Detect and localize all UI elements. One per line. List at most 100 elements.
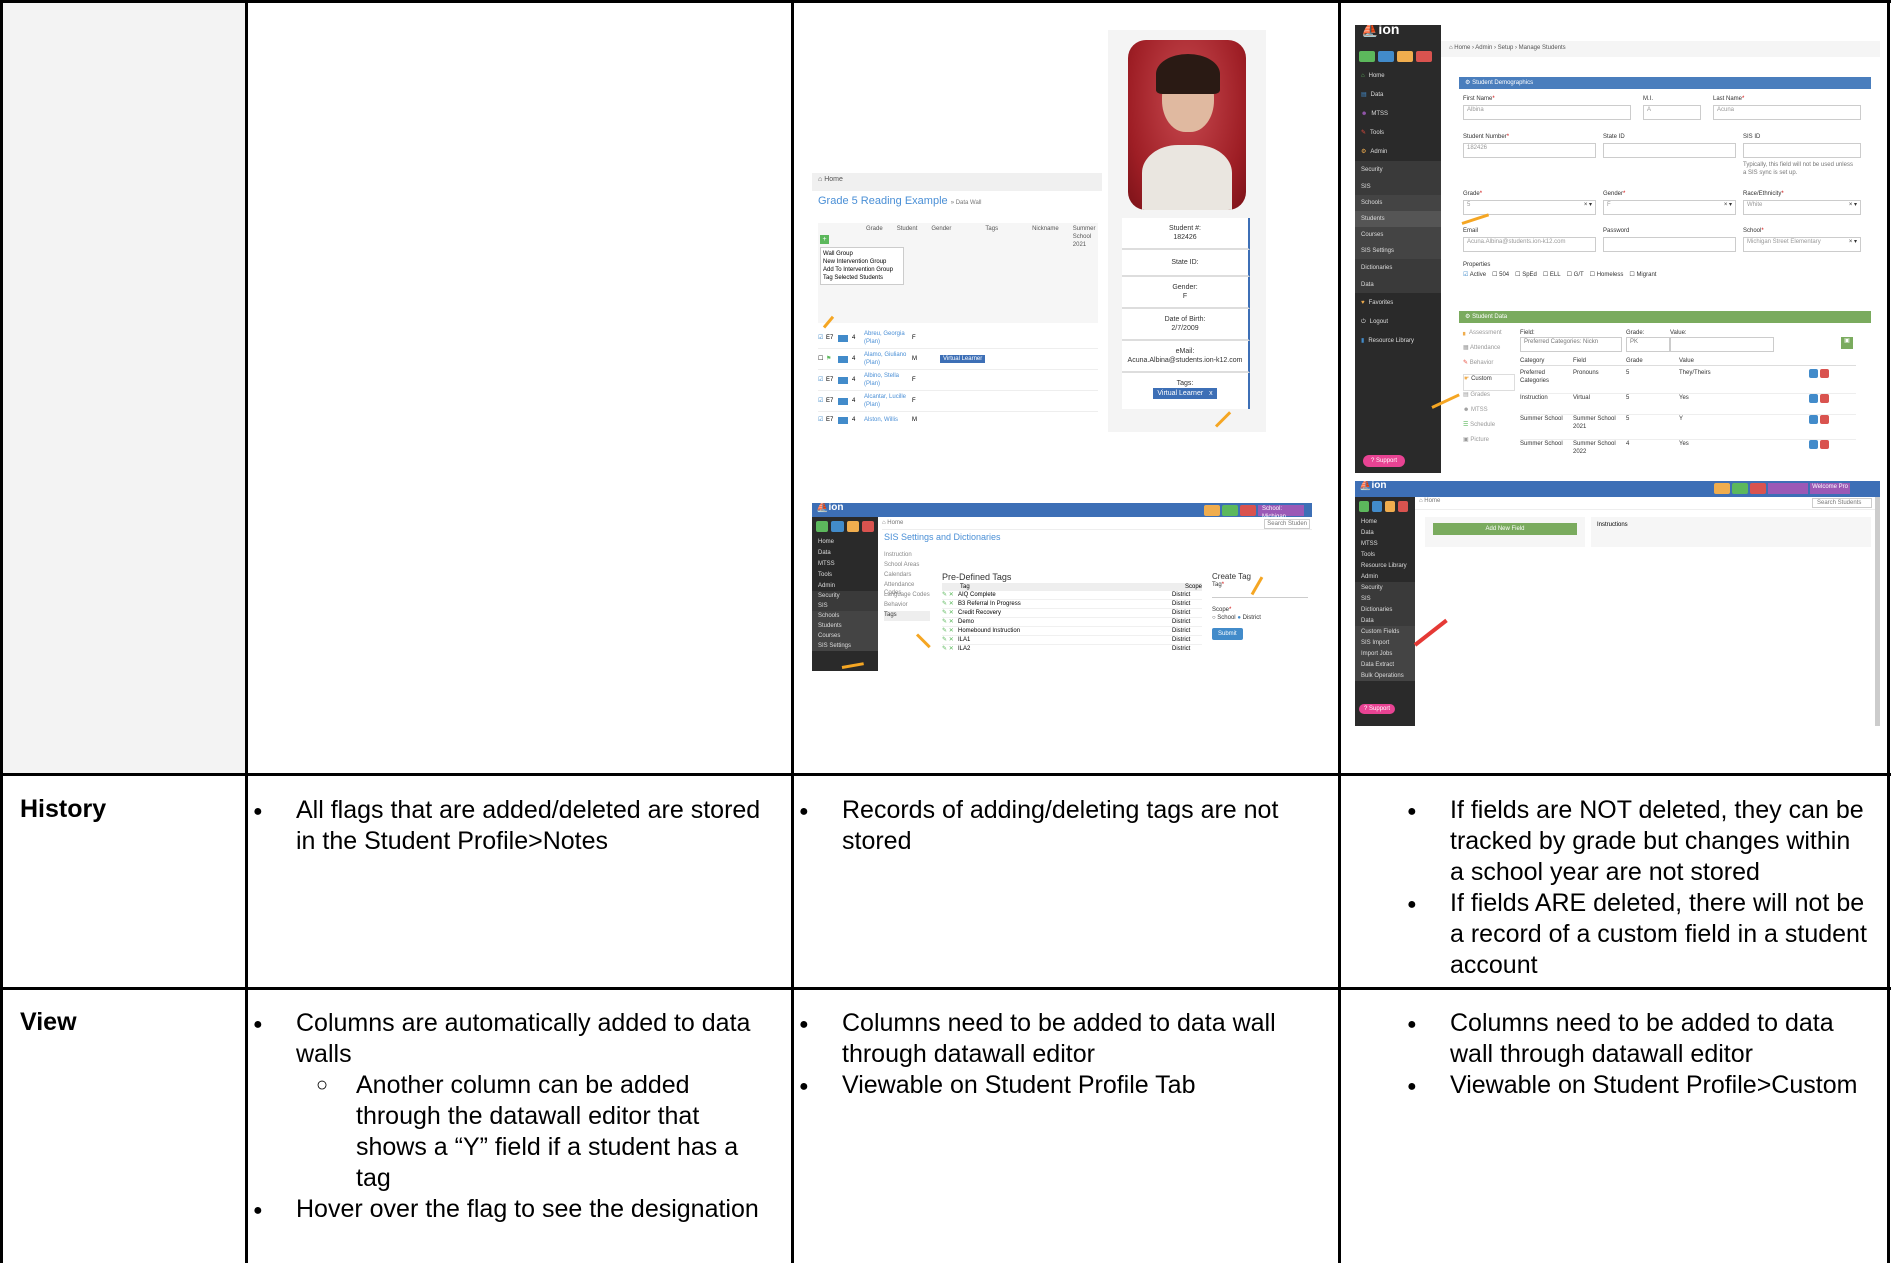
home-icon[interactable]: ⌂ xyxy=(882,520,886,526)
checkbox[interactable]: ☐ G/T xyxy=(1567,271,1584,279)
home-link[interactable]: Home xyxy=(824,176,843,183)
heart-icon[interactable] xyxy=(1204,505,1220,516)
sidebar-item[interactable]: Courses xyxy=(1355,227,1441,243)
school-selector[interactable] xyxy=(1768,483,1809,494)
sis-id-field[interactable] xyxy=(1743,143,1861,158)
home-link[interactable]: Home xyxy=(1424,498,1440,504)
checkbox[interactable]: ☐ ELL xyxy=(1543,271,1561,279)
edit-icon[interactable]: ✎ ✕ xyxy=(942,600,958,608)
home-icon[interactable] xyxy=(1359,501,1369,512)
sidebar-item[interactable]: Tools xyxy=(812,569,878,580)
grade-field-select[interactable]: PK xyxy=(1626,337,1670,352)
sidebar-item[interactable]: ▤ Data xyxy=(1355,85,1441,104)
sidebar-item[interactable]: ⏻ Logout xyxy=(1355,312,1441,331)
mi-field[interactable]: A xyxy=(1643,105,1701,120)
checkbox-icon[interactable]: ☑ xyxy=(818,334,826,342)
tab-item[interactable]: School Areas xyxy=(884,561,930,571)
tab-item[interactable]: Calendars xyxy=(884,571,930,581)
email-field[interactable]: Acuna.Albina@students.ion-k12.com xyxy=(1463,237,1596,252)
heart-icon[interactable] xyxy=(1714,483,1731,494)
sidebar-item-sis-settings[interactable]: SIS Settings xyxy=(812,641,878,651)
sidebar-item[interactable]: Data xyxy=(1355,276,1441,293)
chart-icon[interactable] xyxy=(1372,501,1382,512)
sidebar-item[interactable]: MTSS xyxy=(1355,538,1415,549)
sidebar-item[interactable]: ✎ Tools xyxy=(1355,123,1441,142)
chart-icon[interactable] xyxy=(838,416,848,424)
school-select[interactable]: Michigan Street Elementary × ▾ xyxy=(1743,237,1861,252)
plus-icon[interactable] xyxy=(1222,505,1238,516)
chart-icon[interactable] xyxy=(838,397,848,405)
search-input[interactable]: Search Studen xyxy=(1264,519,1310,529)
chart-icon[interactable] xyxy=(838,376,848,384)
checkbox[interactable]: ☐ Migrant xyxy=(1629,271,1656,279)
menu-item-tag-selected[interactable]: Tag Selected Students xyxy=(823,274,901,282)
edit-icon[interactable]: ✎ ✕ xyxy=(942,618,958,626)
tab-item[interactable]: Language Codes xyxy=(884,591,930,601)
tab-item[interactable]: ☻ MTSS xyxy=(1463,406,1515,421)
password-field[interactable] xyxy=(1603,237,1736,252)
col-header[interactable]: Field xyxy=(1573,357,1626,365)
home-link[interactable]: Home xyxy=(887,520,903,526)
delete-icon[interactable] xyxy=(1820,394,1829,403)
sidebar-item[interactable]: Courses xyxy=(812,631,878,641)
col-header[interactable]: Summer School 2021 xyxy=(1073,225,1097,249)
tab-item[interactable]: Instruction xyxy=(884,551,930,561)
student-link[interactable]: Abreu, Georgia (Plan) xyxy=(864,330,912,346)
col-header[interactable]: Scope xyxy=(1185,583,1202,591)
add-new-field-button[interactable]: Add New Field xyxy=(1433,523,1577,535)
edit-icon[interactable]: ✎ ✕ xyxy=(942,609,958,617)
sidebar-item[interactable]: Home xyxy=(812,536,878,547)
delete-icon[interactable] xyxy=(1820,369,1829,378)
users-icon[interactable] xyxy=(1385,501,1395,512)
sidebar-item[interactable]: Resource Library xyxy=(1355,560,1415,571)
value-input[interactable] xyxy=(1670,337,1774,352)
sidebar-item[interactable]: Data xyxy=(812,547,878,558)
tab-item[interactable]: ▤ Grades xyxy=(1463,391,1515,406)
sidebar-item[interactable]: Home xyxy=(1355,516,1415,527)
sidebar-item[interactable]: Security xyxy=(812,591,878,601)
tab-item[interactable]: ▣ Picture xyxy=(1463,436,1515,451)
sidebar-item-custom-fields[interactable]: Custom Fields xyxy=(1355,626,1415,637)
menu-item[interactable]: Add To Intervention Group xyxy=(823,266,901,274)
checkbox[interactable]: ☐ SpEd xyxy=(1515,271,1537,279)
gender-select[interactable]: F × ▾ xyxy=(1603,200,1736,215)
edit-icon[interactable]: ✎ ✕ xyxy=(942,627,958,635)
first-name-field[interactable]: Albina xyxy=(1463,105,1631,120)
home-icon[interactable] xyxy=(816,521,829,532)
grade-select[interactable]: 5 × ▾ xyxy=(1463,200,1596,215)
state-id-field[interactable] xyxy=(1603,143,1736,158)
chart-icon[interactable] xyxy=(831,521,844,532)
menu-item[interactable]: New Intervention Group xyxy=(823,258,901,266)
plus-icon[interactable] xyxy=(1732,483,1749,494)
user-menu[interactable]: Welcome Pro xyxy=(1810,483,1850,494)
col-header[interactable]: Grade xyxy=(1626,357,1679,365)
support-button[interactable]: ? Support xyxy=(1359,704,1396,714)
school-selector[interactable]: School: Michigan Street xyxy=(1258,505,1304,528)
home-icon[interactable]: ⌂ xyxy=(1419,498,1423,504)
sidebar-item[interactable]: Import Jobs xyxy=(1355,648,1415,659)
radio-icon[interactable]: ● xyxy=(1237,615,1241,621)
edit-icon[interactable]: ✎ ✕ xyxy=(942,591,958,599)
race-select[interactable]: White × ▾ xyxy=(1743,200,1861,215)
users-icon[interactable] xyxy=(1397,51,1413,62)
sidebar-item[interactable]: Dictionaries xyxy=(1355,604,1415,615)
col-header[interactable]: Tags xyxy=(985,225,998,249)
col-header[interactable]: Value xyxy=(1679,357,1809,365)
help-icon[interactable] xyxy=(1398,501,1408,512)
delete-icon[interactable] xyxy=(1820,440,1829,449)
sidebar-item[interactable]: Students xyxy=(812,621,878,631)
sidebar-item[interactable]: Data xyxy=(1355,615,1415,626)
sidebar-item[interactable]: Dictionaries xyxy=(1355,259,1441,276)
home-icon[interactable]: ⌂ xyxy=(818,176,822,183)
edit-icon[interactable]: ✎ ✕ xyxy=(942,636,958,644)
edit-icon[interactable] xyxy=(1809,440,1818,449)
col-header[interactable]: Tag xyxy=(942,583,1185,591)
sidebar-item[interactable]: SIS xyxy=(1355,593,1415,604)
tab-item[interactable]: ☰ Schedule xyxy=(1463,421,1515,436)
chart-icon[interactable] xyxy=(838,334,848,342)
sidebar-item[interactable]: ▮ Resource Library xyxy=(1355,331,1441,350)
student-link[interactable]: Alamo, Giuliano (Plan) xyxy=(864,351,912,367)
menu-item[interactable]: Wall Group xyxy=(823,250,901,258)
col-header[interactable]: Student xyxy=(897,225,918,249)
tab-custom[interactable]: ☛ Custom xyxy=(1463,374,1515,391)
